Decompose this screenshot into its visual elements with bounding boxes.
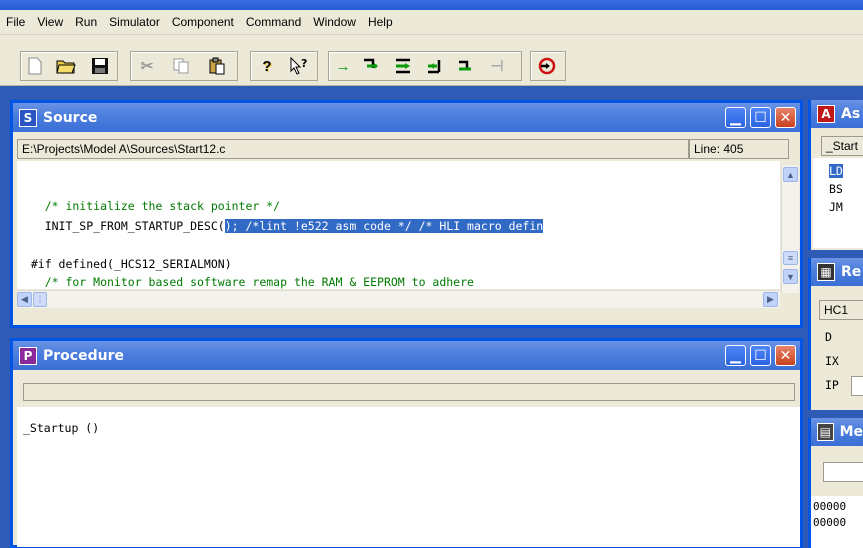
memory-row: 00000 [813, 516, 847, 529]
assembly-step-icon[interactable] [453, 54, 477, 78]
open-folder-icon[interactable] [54, 54, 78, 78]
assembly-titlebar[interactable]: A As [811, 100, 863, 128]
assembly-window-icon: A [817, 105, 835, 123]
run-toolbar-group: → ⊣ [328, 51, 522, 81]
source-path: E:\Projects\Model A\Sources\Start12.c [17, 139, 689, 159]
memory-address-field[interactable] [823, 462, 863, 482]
register-title: Re [841, 264, 862, 280]
app-titlebar [0, 0, 863, 10]
code-line: /* for Monitor based software remap the … [17, 275, 474, 289]
menu-file[interactable]: File [0, 10, 31, 34]
minimize-button[interactable]: ▁ [725, 107, 746, 128]
source-window-icon: S [19, 108, 37, 127]
procedure-window-icon: P [19, 346, 37, 365]
source-vertical-scrollbar[interactable]: ▲ ≡ ▼ [781, 165, 799, 293]
source-titlebar[interactable]: S Source ▁ ☐ ✕ [13, 103, 800, 132]
start-arrow-icon[interactable]: → [331, 54, 355, 78]
menu-view[interactable]: View [31, 10, 69, 34]
assembly-row: JM [829, 200, 843, 214]
close-button[interactable]: ✕ [775, 345, 796, 366]
code-line: INIT_SP_FROM_STARTUP_DESC(); /*lint !e52… [17, 219, 544, 233]
source-window: S Source ▁ ☐ ✕ E:\Projects\Model A\Sourc… [10, 100, 803, 328]
edit-toolbar-group: ✂ [130, 51, 238, 81]
scroll-left-icon[interactable]: ◀ [17, 292, 32, 307]
memory-dump-area[interactable]: 00000 00000 [811, 496, 863, 548]
procedure-title: Procedure [43, 347, 124, 364]
scroll-down-icon[interactable]: ▼ [783, 269, 798, 284]
source-title: Source [43, 109, 98, 126]
register-label: IX [825, 354, 839, 368]
register-label: IP [825, 378, 839, 392]
menu-component[interactable]: Component [166, 10, 240, 34]
code-line: #if defined(_HCS12_SERIALMON) [17, 257, 232, 271]
help-toolbar-group: ? ? [250, 51, 318, 81]
register-window: ▦ Re HC1 D IX IP [808, 258, 863, 410]
reset-icon[interactable] [535, 54, 559, 78]
context-help-icon[interactable]: ? [287, 54, 311, 78]
menu-run[interactable]: Run [69, 10, 103, 34]
register-label: D [825, 330, 832, 344]
assembly-row: LD [829, 164, 843, 178]
scroll-right-icon[interactable]: ▶ [763, 292, 778, 307]
register-titlebar[interactable]: ▦ Re [811, 258, 863, 286]
procedure-list[interactable]: _Startup () [17, 407, 800, 547]
register-value-field[interactable] [851, 376, 863, 396]
register-panel: HC1 D IX IP [811, 286, 863, 410]
toolbar: ✂ ? ? → ⊣ [0, 35, 863, 86]
menu-window[interactable]: Window [307, 10, 362, 34]
source-horizontal-scrollbar[interactable]: ◀ ⦙ ▶ [17, 290, 780, 308]
source-line-indicator: Line: 405 [689, 139, 789, 159]
step-out-icon[interactable] [423, 54, 447, 78]
menu-simulator[interactable]: Simulator [103, 10, 166, 34]
source-code-area[interactable]: /* initialize the stack pointer */ INIT_… [17, 161, 780, 289]
memory-panel: 00000 00000 [811, 446, 863, 548]
step-over-icon[interactable] [391, 54, 415, 78]
scroll-thumb[interactable]: ≡ [783, 251, 798, 265]
menu-bar: File View Run Simulator Component Comman… [0, 10, 863, 35]
memory-row: 00000 [813, 500, 847, 513]
close-button[interactable]: ✕ [775, 107, 796, 128]
assembly-header: _Start [821, 136, 863, 156]
cut-icon[interactable]: ✂ [135, 54, 159, 78]
register-header: HC1 [819, 300, 863, 320]
memory-window: ▤ Me 00000 00000 [808, 418, 863, 548]
paste-icon[interactable] [205, 54, 229, 78]
minimize-button[interactable]: ▁ [725, 345, 746, 366]
help-icon[interactable]: ? [255, 54, 279, 78]
scroll-thumb[interactable]: ⦙ [33, 292, 47, 307]
memory-title: Me [839, 424, 863, 440]
assembly-title: As [841, 106, 861, 122]
maximize-button[interactable]: ☐ [750, 107, 771, 128]
assembly-code-area[interactable]: LD BS JM [813, 158, 863, 248]
single-step-icon[interactable] [359, 54, 383, 78]
code-line: /* initialize the stack pointer */ [17, 199, 281, 213]
procedure-header [23, 383, 795, 401]
reset-toolbar-group [530, 51, 566, 81]
assembly-row: BS [829, 182, 843, 196]
selected-text: ); /*lint !e522 asm code */ /* HLI macro… [224, 219, 544, 233]
procedure-titlebar[interactable]: P Procedure ▁ ☐ ✕ [13, 341, 800, 370]
menu-help[interactable]: Help [362, 10, 399, 34]
copy-icon[interactable] [169, 54, 193, 78]
new-file-icon[interactable] [23, 54, 47, 78]
memory-window-icon: ▤ [817, 423, 834, 441]
svg-text:?: ? [301, 57, 307, 70]
menu-command[interactable]: Command [240, 10, 307, 34]
register-window-icon: ▦ [817, 263, 835, 281]
save-disk-icon[interactable] [88, 54, 112, 78]
assembly-window: A As _Start LD BS JM [808, 100, 863, 250]
scroll-up-icon[interactable]: ▲ [783, 167, 798, 182]
procedure-window: P Procedure ▁ ☐ ✕ _Startup () [10, 338, 803, 548]
maximize-button[interactable]: ☐ [750, 345, 771, 366]
memory-titlebar[interactable]: ▤ Me [811, 418, 863, 446]
file-toolbar-group [20, 51, 118, 81]
procedure-entry[interactable]: _Startup () [23, 421, 99, 435]
halt-icon[interactable]: ⊣ [485, 54, 509, 78]
